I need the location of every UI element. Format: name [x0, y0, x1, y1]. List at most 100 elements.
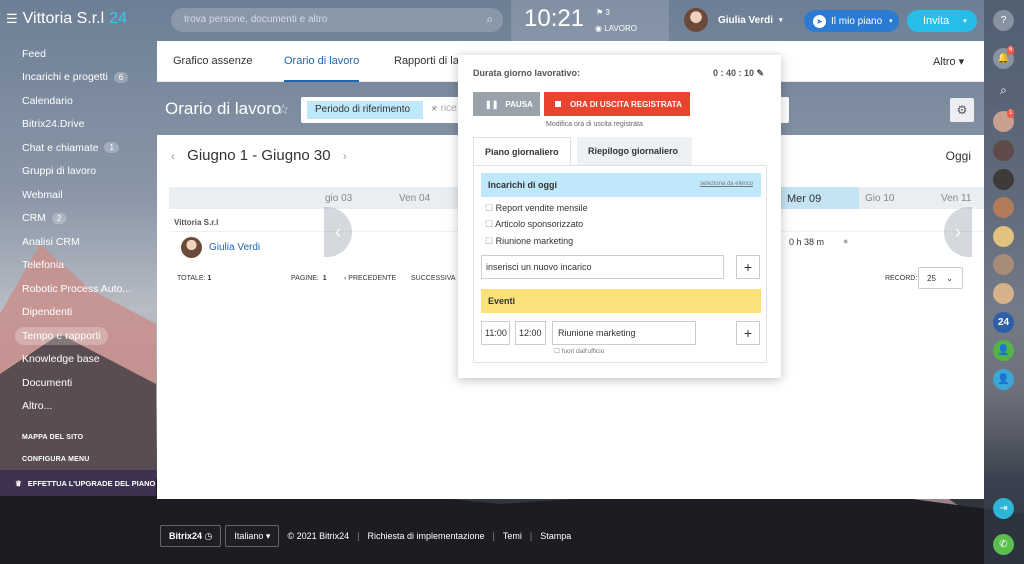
sidebar-item-webmail[interactable]: Webmail — [0, 183, 156, 207]
sidebar-item-tasks[interactable]: Incarichi e progetti 6 — [0, 66, 156, 90]
scroll-left-button[interactable]: ‹ — [324, 207, 352, 257]
bitrix24-logo[interactable]: Bitrix24 ◷ — [160, 525, 222, 547]
contact-avatar[interactable] — [993, 283, 1014, 304]
contact-avatar[interactable] — [993, 197, 1014, 218]
upgrade-plan-button[interactable]: ♛ EFFETTUA L'UPGRADE DEL PIANO — [0, 470, 156, 496]
work-clock[interactable]: 10:21 ⚑ 3 ◉ LAVORO — [511, 0, 669, 41]
sidebar-item-chat[interactable]: Chat e chiamate 1 — [0, 136, 156, 160]
configure-menu-link[interactable]: CONFIGURA MENU — [0, 456, 156, 463]
gear-icon[interactable]: ⚙ — [950, 98, 974, 122]
event-start-input[interactable]: 11:00 — [481, 321, 510, 345]
tab-more[interactable]: Altro ▾ — [933, 55, 964, 68]
footer: Bitrix24 ◷ Italiano ▾ © 2021 Bitrix24 | … — [160, 525, 571, 547]
today-button[interactable]: Oggi — [946, 149, 971, 163]
star-icon[interactable]: ☆ — [277, 101, 290, 118]
select-from-list-link[interactable]: seleziona da elenco — [700, 181, 753, 187]
pause-label: PAUSA — [505, 99, 533, 109]
modify-stop-link[interactable]: Modifica ora di uscita registrata — [546, 121, 643, 128]
date-range: Giugno 1 - Giugno 30 — [187, 147, 331, 164]
user-link[interactable]: Giulia Verdi — [209, 242, 260, 253]
crown-icon: ♛ — [15, 478, 22, 488]
search-input[interactable]: trova persone, documenti e altro ⌕ — [171, 8, 503, 32]
clock-time: 10:21 — [524, 5, 585, 32]
event-name-input[interactable]: Riunione marketing — [552, 321, 696, 345]
date-range-nav: ‹ Giugno 1 - Giugno 30 › — [171, 147, 347, 164]
sidebar-item-documents[interactable]: Documenti — [0, 371, 156, 395]
contact-avatar[interactable]: 1 — [993, 109, 1015, 132]
stop-button[interactable]: ORA DI USCITA REGISTRATA — [544, 92, 690, 116]
day-header: gio 03 — [319, 187, 391, 209]
sidebar-item-drive[interactable]: Bitrix24.Drive — [0, 113, 156, 137]
print-link[interactable]: Stampa — [540, 531, 571, 541]
tab-daily-plan[interactable]: Piano giornaliero — [473, 137, 571, 165]
tab-work-time[interactable]: Orario di lavoro — [284, 55, 360, 82]
sidebar-item-calendar[interactable]: Calendario — [0, 89, 156, 113]
table-row[interactable]: Giulia Verdi — [181, 237, 260, 258]
contact-avatar[interactable] — [993, 254, 1014, 275]
search-icon[interactable]: ⌕ — [486, 12, 493, 27]
notifications-icon[interactable]: 🔔 6 — [993, 46, 1015, 69]
menu-icon[interactable]: ☰ — [6, 11, 18, 27]
day-header-today: Mer 09 — [781, 187, 859, 209]
sidebar-item-telephony[interactable]: Telefonia — [0, 254, 156, 278]
contact-avatar[interactable] — [993, 169, 1014, 190]
user-icon[interactable]: 👤 — [993, 340, 1014, 361]
right-rail: ? 🔔 6 ⌕ 1 24 👤 👤 ⇥ ✆ — [984, 0, 1024, 564]
event-end-input[interactable]: 12:00 — [515, 321, 546, 345]
avatar — [181, 237, 202, 258]
stop-icon — [555, 101, 561, 107]
themes-link[interactable]: Temi — [503, 531, 522, 541]
sidebar-item-rpa[interactable]: Robotic Process Auto... — [0, 277, 156, 301]
tab-reports[interactable]: Rapporti di la — [394, 55, 459, 67]
work-time-cell[interactable]: 0 h 38 m — [789, 237, 824, 247]
sidebar-item-employees[interactable]: Dipendenti — [0, 301, 156, 325]
filter-chip[interactable]: Periodo di riferimento × — [307, 101, 437, 119]
task-checkbox[interactable]: Report vendite mensile — [485, 203, 588, 214]
site-map-link[interactable]: MAPPA DEL SITO — [0, 434, 156, 441]
invite-button[interactable]: Invita ▾ — [907, 10, 977, 32]
tab-absence-chart[interactable]: Grafico assenze — [173, 55, 252, 67]
stop-label: ORA DI USCITA REGISTRATA — [570, 99, 682, 109]
record-select[interactable]: 25 ⌄ — [918, 267, 963, 289]
sidebar-item-knowledge-base[interactable]: Knowledge base — [0, 348, 156, 372]
info-icon[interactable]: ● — [843, 236, 848, 246]
next-page-link[interactable]: SUCCESSIVA — [411, 275, 456, 282]
pause-icon: ❚❚ — [485, 99, 499, 109]
chevron-left-icon[interactable]: ‹ — [171, 149, 175, 163]
contact-avatar[interactable] — [993, 226, 1014, 247]
search-icon[interactable]: ⌕ — [993, 80, 1014, 101]
pause-button[interactable]: ❚❚ PAUSA — [473, 92, 540, 116]
exit-icon[interactable]: ⇥ — [993, 498, 1014, 519]
bitrix24-icon[interactable]: 24 — [993, 312, 1014, 333]
sidebar-item-crm[interactable]: CRM 2 — [0, 207, 156, 231]
new-task-input[interactable]: inserisci un nuovo incarico — [481, 255, 724, 279]
implementation-link[interactable]: Richiesta di implementazione — [367, 531, 484, 541]
task-checkbox[interactable]: Articolo sponsorizzato — [485, 219, 583, 230]
task-checkbox[interactable]: Riunione marketing — [485, 236, 574, 247]
app-logo[interactable]: ☰ Vittoria S.r.l 24 — [6, 10, 127, 28]
language-select[interactable]: Italiano ▾ — [225, 525, 280, 547]
sidebar-item-crm-analytics[interactable]: Analisi CRM — [0, 230, 156, 254]
sidebar-item-more[interactable]: Altro... — [0, 395, 156, 419]
my-plan-button[interactable]: ➤ Il mio piano ▾ — [804, 10, 899, 32]
contact-avatar[interactable] — [993, 140, 1014, 161]
help-icon[interactable]: ? — [993, 10, 1014, 31]
sidebar-item-groups[interactable]: Gruppi di lavoro — [0, 160, 156, 184]
chevron-right-icon[interactable]: › — [343, 149, 347, 163]
tab-daily-summary[interactable]: Riepilogo giornaliero — [577, 137, 692, 165]
sidebar-item-time-reports[interactable]: Tempo e rapporti — [0, 324, 156, 348]
out-of-office-checkbox[interactable]: ☐ fuori dall'ufficio — [554, 347, 604, 355]
company-row-label: Vittoria S.r.l — [174, 218, 219, 227]
add-task-button[interactable]: + — [736, 255, 760, 279]
edit-icon[interactable]: ✎ — [757, 68, 765, 78]
prev-page-link[interactable]: ‹ PRECEDENTE — [344, 275, 396, 282]
avatar — [684, 8, 708, 32]
add-event-button[interactable]: + — [736, 321, 760, 345]
user-icon[interactable]: 👤 — [993, 369, 1014, 390]
scroll-right-button[interactable]: › — [944, 207, 972, 257]
user-menu[interactable]: Giulia Verdi ▾ — [684, 8, 783, 32]
sidebar-item-feed[interactable]: Feed — [0, 42, 156, 66]
chevron-down-icon: ▾ — [779, 17, 783, 24]
tasks-header: Incarichi di oggi seleziona da elenco — [481, 173, 761, 197]
phone-icon[interactable]: ✆ — [993, 534, 1014, 555]
